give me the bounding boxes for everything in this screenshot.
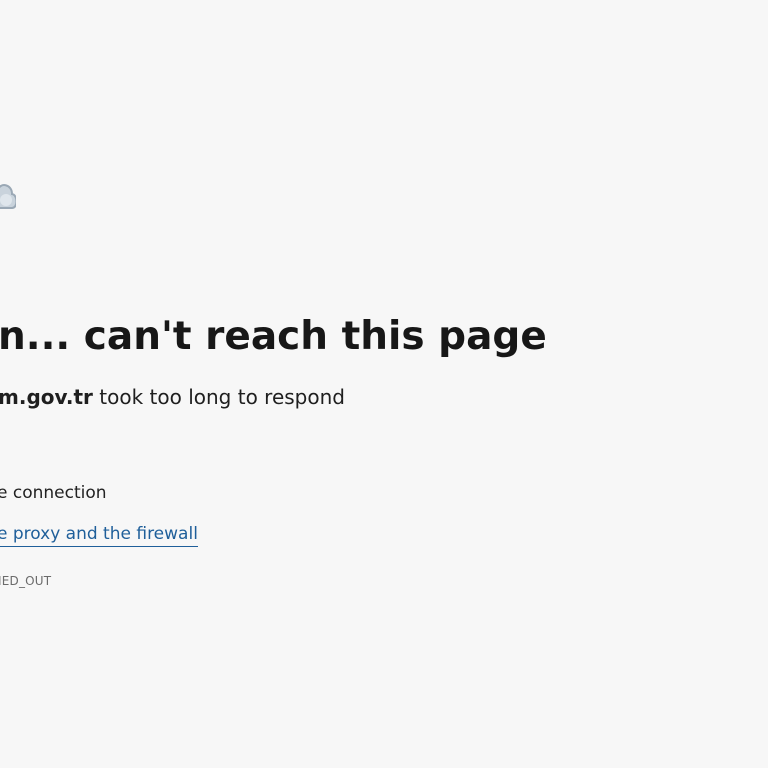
suggestion-check-connection: e connection <box>0 483 107 503</box>
error-page: n... can't reach this page m.gov.tr took… <box>0 0 768 768</box>
host-name: m.gov.tr <box>0 385 93 409</box>
cloud-error-icon <box>0 184 16 209</box>
error-code: IED_OUT <box>0 574 52 588</box>
error-description: took too long to respond <box>92 385 345 409</box>
page-title: n... can't reach this page <box>0 314 547 359</box>
check-proxy-firewall-link[interactable]: e proxy and the firewall <box>0 522 198 547</box>
error-message: m.gov.tr took too long to respond <box>0 383 345 411</box>
